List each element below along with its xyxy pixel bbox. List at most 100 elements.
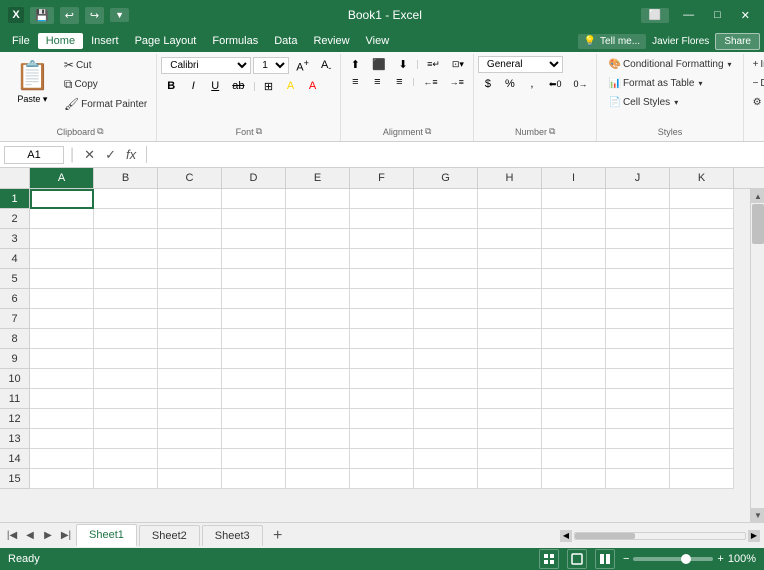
cell-J11[interactable] (606, 389, 670, 409)
cell-K3[interactable] (670, 229, 734, 249)
cell-K7[interactable] (670, 309, 734, 329)
cell-G11[interactable] (414, 389, 478, 409)
row-header-14[interactable]: 14 (0, 449, 30, 469)
tab-next-button[interactable]: ▶ (40, 528, 56, 544)
cell-C7[interactable] (158, 309, 222, 329)
underline-button[interactable]: U (205, 78, 225, 94)
cell-F12[interactable] (350, 409, 414, 429)
col-header-J[interactable]: J (606, 168, 670, 188)
cell-J15[interactable] (606, 469, 670, 489)
cell-E1[interactable] (286, 189, 350, 209)
zoom-thumb[interactable] (681, 554, 691, 564)
minimize-button[interactable]: — (677, 7, 700, 23)
cell-H12[interactable] (478, 409, 542, 429)
cell-H13[interactable] (478, 429, 542, 449)
cell-reference-box[interactable]: A1 (4, 146, 64, 164)
cell-H10[interactable] (478, 369, 542, 389)
cell-A12[interactable] (30, 409, 94, 429)
cell-H4[interactable] (478, 249, 542, 269)
vertical-scrollbar[interactable]: ▲ ▼ (750, 189, 764, 522)
h-scroll-track[interactable] (574, 532, 746, 540)
bold-button[interactable]: B (161, 78, 181, 94)
cell-E7[interactable] (286, 309, 350, 329)
cell-F5[interactable] (350, 269, 414, 289)
decrease-indent-button[interactable]: ←≡ (418, 75, 442, 89)
sheet-tab-sheet3[interactable]: Sheet3 (202, 525, 263, 546)
cell-B10[interactable] (94, 369, 158, 389)
cell-A10[interactable] (30, 369, 94, 389)
cell-J3[interactable] (606, 229, 670, 249)
cell-D5[interactable] (222, 269, 286, 289)
cell-D9[interactable] (222, 349, 286, 369)
normal-view-button[interactable] (539, 549, 559, 569)
cell-H6[interactable] (478, 289, 542, 309)
cell-D13[interactable] (222, 429, 286, 449)
cell-F13[interactable] (350, 429, 414, 449)
quick-access-redo[interactable]: ↪ (85, 7, 104, 24)
fill-color-button[interactable]: A (281, 78, 301, 94)
cell-F1[interactable] (350, 189, 414, 209)
align-bottom-button[interactable]: ⬇ (393, 56, 413, 73)
cell-A7[interactable] (30, 309, 94, 329)
close-button[interactable]: ✕ (735, 7, 756, 24)
cell-D2[interactable] (222, 209, 286, 229)
cell-styles-button[interactable]: 📄 Cell Styles ▾ (601, 94, 738, 111)
row-header-1[interactable]: 1 (0, 189, 30, 209)
align-right-button[interactable]: ≡ (389, 74, 409, 90)
cell-H5[interactable] (478, 269, 542, 289)
cell-G4[interactable] (414, 249, 478, 269)
cell-J4[interactable] (606, 249, 670, 269)
cell-H11[interactable] (478, 389, 542, 409)
cell-A6[interactable] (30, 289, 94, 309)
cell-F6[interactable] (350, 289, 414, 309)
row-header-15[interactable]: 15 (0, 469, 30, 489)
row-header-8[interactable]: 8 (0, 329, 30, 349)
cell-F3[interactable] (350, 229, 414, 249)
cell-G14[interactable] (414, 449, 478, 469)
tab-last-button[interactable]: ▶| (58, 528, 74, 544)
cell-I3[interactable] (542, 229, 606, 249)
cell-B8[interactable] (94, 329, 158, 349)
format-cells-button[interactable]: ⚙ Format ▾ (748, 94, 764, 111)
comma-button[interactable]: , (522, 76, 542, 92)
cell-D15[interactable] (222, 469, 286, 489)
scroll-left-button[interactable]: ◀ (560, 530, 572, 542)
cell-H7[interactable] (478, 309, 542, 329)
cell-B12[interactable] (94, 409, 158, 429)
formula-input[interactable] (153, 147, 760, 163)
scroll-up-button[interactable]: ▲ (751, 189, 764, 203)
cell-C15[interactable] (158, 469, 222, 489)
scroll-right-button[interactable]: ▶ (748, 530, 760, 542)
cell-A4[interactable] (30, 249, 94, 269)
cell-H15[interactable] (478, 469, 542, 489)
cell-A13[interactable] (30, 429, 94, 449)
cell-I12[interactable] (542, 409, 606, 429)
quick-access-undo[interactable]: ↩ (60, 7, 79, 24)
cell-K8[interactable] (670, 329, 734, 349)
cell-H9[interactable] (478, 349, 542, 369)
row-header-2[interactable]: 2 (0, 209, 30, 229)
strikethrough-button[interactable]: ab (227, 78, 249, 94)
cell-A1[interactable] (30, 189, 94, 209)
wrap-text-button[interactable]: ≡↵ (422, 57, 445, 72)
menu-insert[interactable]: Insert (83, 33, 127, 49)
cell-I11[interactable] (542, 389, 606, 409)
cell-C2[interactable] (158, 209, 222, 229)
maximize-button[interactable]: □ (708, 7, 727, 23)
cell-B13[interactable] (94, 429, 158, 449)
menu-home[interactable]: Home (38, 33, 83, 49)
cell-J2[interactable] (606, 209, 670, 229)
cell-K2[interactable] (670, 209, 734, 229)
cell-J6[interactable] (606, 289, 670, 309)
cell-F15[interactable] (350, 469, 414, 489)
cell-J12[interactable] (606, 409, 670, 429)
h-scroll-thumb[interactable] (575, 533, 635, 539)
font-size-select[interactable]: 11 (253, 57, 289, 74)
cell-D12[interactable] (222, 409, 286, 429)
cell-B11[interactable] (94, 389, 158, 409)
cell-K6[interactable] (670, 289, 734, 309)
cell-I6[interactable] (542, 289, 606, 309)
cell-D10[interactable] (222, 369, 286, 389)
cell-G15[interactable] (414, 469, 478, 489)
col-header-A[interactable]: A (30, 168, 94, 188)
